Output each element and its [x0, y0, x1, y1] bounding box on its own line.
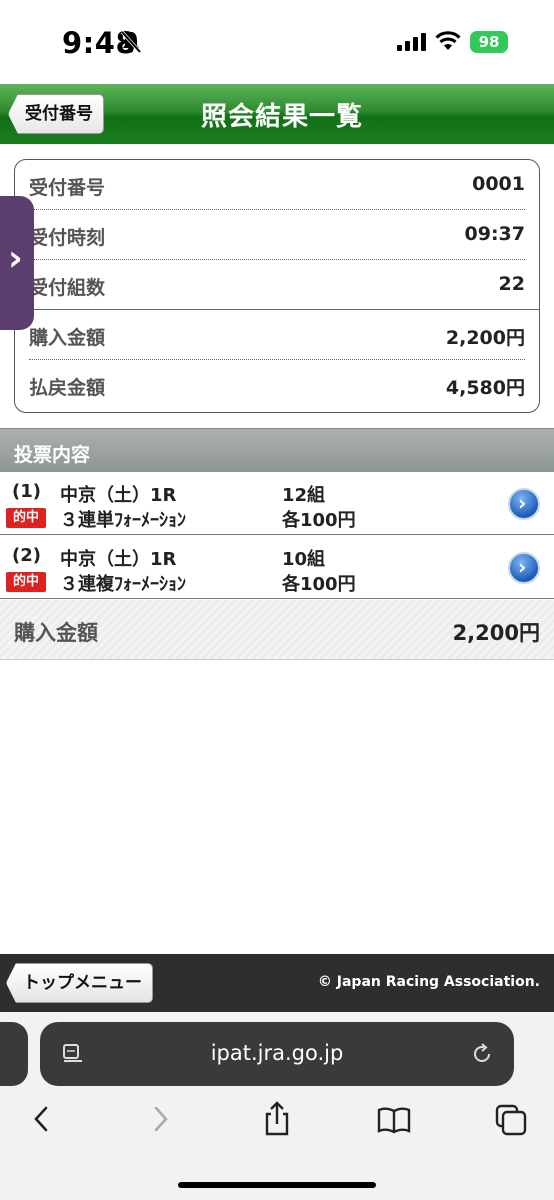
receipt-value: 0001: [472, 173, 525, 195]
receipt-value: 2,200円: [445, 327, 525, 349]
bell-muted-icon: [120, 30, 142, 54]
receipt-label: 受付組数: [29, 277, 106, 299]
bet-race: 中京（土）1R: [60, 549, 177, 570]
detail-arrow-icon[interactable]: ›: [508, 552, 540, 584]
page-footer: トップメニュー © Japan Racing Association.: [0, 954, 554, 1012]
copyright-text: © Japan Racing Association.: [317, 974, 540, 990]
reload-icon[interactable]: [470, 1042, 494, 1066]
cellular-signal-icon: [397, 33, 426, 51]
receipt-label: 受付時刻: [29, 227, 106, 249]
previous-tab-stub[interactable]: [0, 1022, 28, 1086]
bet-count: 10組: [282, 549, 326, 570]
back-icon[interactable]: [24, 1100, 60, 1138]
receipt-row: 受付組数 22: [15, 260, 539, 310]
receipt-label: 購入金額: [29, 327, 106, 349]
section-header: 投票内容: [0, 428, 554, 472]
bookmarks-icon[interactable]: [376, 1100, 412, 1138]
bet-row[interactable]: (1) 中京（土）1R 的中 ３連単ﾌｫｰﾒｰｼｮﾝ 12組 各100円 ›: [0, 472, 554, 535]
bet-number: (2): [12, 545, 41, 566]
total-label: 購入金額: [14, 621, 98, 645]
chevron-right-icon: ›: [8, 238, 23, 279]
home-indicator[interactable]: [178, 1182, 376, 1188]
receipt-row: 購入金額 2,200円: [29, 310, 525, 360]
side-drawer-handle[interactable]: ›: [0, 196, 34, 330]
wifi-icon: [435, 31, 461, 50]
total-row: 購入金額 2,200円: [0, 600, 554, 660]
page-header: 受付番号 照会結果一覧: [0, 84, 554, 144]
browser-toolbar: ipat.jra.go.jp: [0, 1012, 554, 1200]
receipt-value: 4,580円: [445, 377, 525, 399]
receipt-row: 受付時刻 09:37: [29, 210, 525, 260]
receipt-row: 払戻金額 4,580円: [29, 360, 525, 410]
receipt-label: 受付番号: [29, 177, 106, 199]
battery-icon: 98: [470, 31, 508, 53]
browser-nav: [0, 1100, 554, 1144]
bet-row[interactable]: (2) 中京（土）1R 的中 ３連複ﾌｫｰﾒｰｼｮﾝ 10組 各100円 ›: [0, 536, 554, 599]
bet-amount: 各100円: [282, 510, 356, 531]
page-title: 照会結果一覧: [200, 102, 363, 132]
detail-arrow-icon[interactable]: ›: [508, 488, 540, 520]
bet-count: 12組: [282, 485, 326, 506]
share-icon[interactable]: [259, 1100, 295, 1138]
receipt-value: 09:37: [464, 223, 525, 245]
url-text: ipat.jra.go.jp: [210, 1041, 344, 1065]
receipt-row: 受付番号 0001: [29, 160, 525, 210]
hit-badge: 的中: [6, 508, 46, 528]
bet-type: ３連単ﾌｫｰﾒｰｼｮﾝ: [60, 510, 186, 531]
receipt-card: 受付番号 0001 受付時刻 09:37 受付組数 22 購入金額 2,200円…: [14, 159, 540, 413]
receipt-value: 22: [498, 273, 525, 295]
status-bar: 9:48 98: [0, 0, 554, 84]
bet-type: ３連複ﾌｫｰﾒｰｼｮﾝ: [60, 574, 186, 595]
top-menu-button[interactable]: トップメニュー: [6, 963, 153, 1003]
bet-race: 中京（土）1R: [60, 485, 177, 506]
bet-number: (1): [12, 481, 41, 502]
address-bar[interactable]: ipat.jra.go.jp: [40, 1022, 514, 1086]
total-value: 2,200円: [452, 621, 540, 645]
forward-icon[interactable]: [142, 1100, 178, 1138]
receipt-label: 払戻金額: [29, 377, 106, 399]
hit-badge: 的中: [6, 572, 46, 592]
battery-level: 98: [478, 33, 500, 51]
tabs-icon[interactable]: [493, 1100, 529, 1138]
bet-amount: 各100円: [282, 574, 356, 595]
